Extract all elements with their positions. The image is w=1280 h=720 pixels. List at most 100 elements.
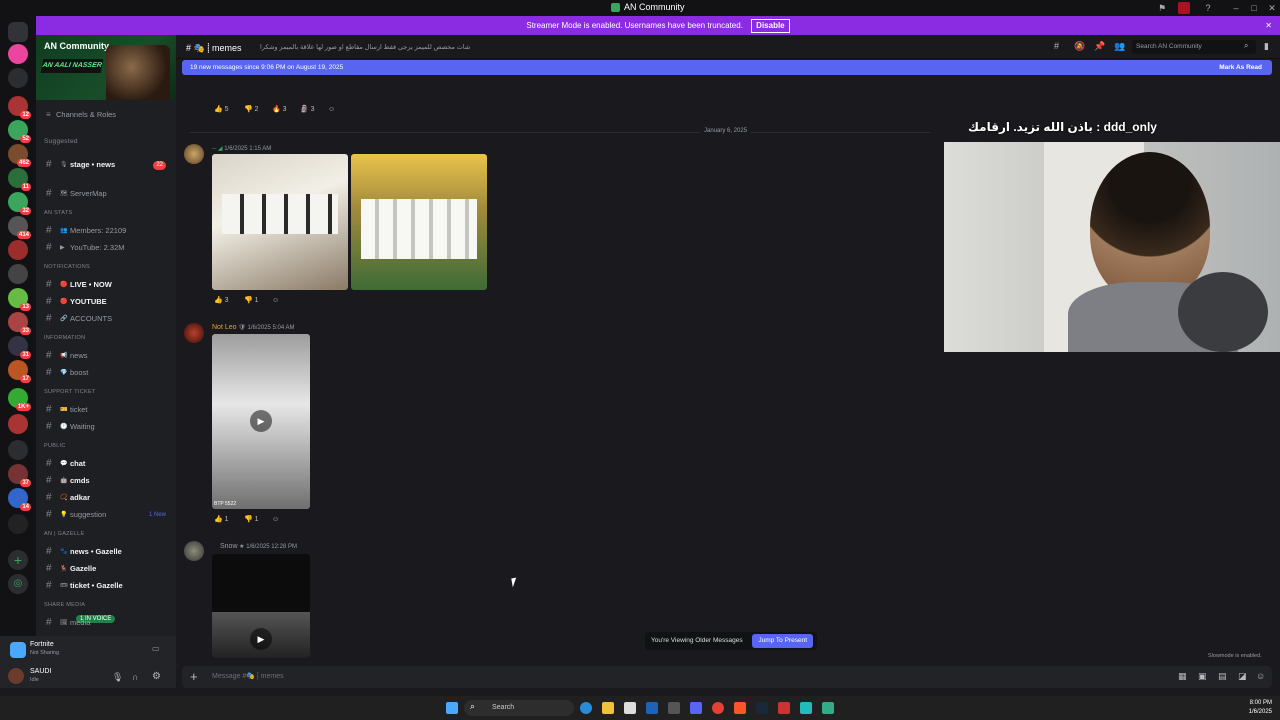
app-icon[interactable] — [778, 702, 790, 714]
steam-icon[interactable] — [756, 702, 768, 714]
server-icon[interactable]: 1K+ — [8, 388, 31, 411]
category-heading[interactable]: INFORMATION — [44, 335, 85, 341]
sidebar-item-chat[interactable]: # 💬 chat — [36, 456, 176, 472]
pin-icon[interactable]: 📌 — [1094, 41, 1105, 52]
reaction-thumbs-down[interactable]: 👎 1 — [244, 514, 259, 526]
add-reaction-icon[interactable]: ☺ — [272, 295, 279, 307]
settings-gear-icon[interactable]: ⚙ — [152, 671, 161, 682]
server-icon[interactable]: 414 — [8, 216, 31, 239]
reaction-thumbs-up[interactable]: 👍 5 — [214, 104, 229, 116]
discord-icon[interactable] — [690, 702, 702, 714]
gift-icon[interactable]: ▣ — [1198, 671, 1207, 682]
start-icon[interactable] — [446, 702, 458, 714]
category-heading[interactable]: NOTIFICATIONS — [44, 264, 90, 270]
server-icon[interactable] — [8, 264, 28, 284]
server-icon[interactable]: 13 — [8, 288, 31, 311]
server-icon[interactable]: 37 — [8, 464, 31, 487]
sidebar-item-servermap[interactable]: # 🗺 ServerMap — [36, 186, 176, 202]
server-icon[interactable] — [8, 440, 28, 460]
sidebar-item-ticket[interactable]: # 🎫 ticket — [36, 402, 176, 418]
emoji-icon[interactable]: ☺ — [1256, 671, 1265, 681]
brave-icon[interactable] — [734, 702, 746, 714]
headphones-icon[interactable]: ∩ — [132, 672, 138, 682]
mic-icon[interactable]: 🎙 — [112, 672, 123, 683]
mark-as-read-button[interactable]: Mark As Read — [1219, 60, 1262, 75]
app-icon[interactable] — [822, 702, 834, 714]
members-icon[interactable]: 👥 — [1114, 41, 1125, 52]
avatar[interactable] — [184, 323, 204, 343]
image-attachment[interactable] — [351, 154, 487, 290]
server-icon[interactable]: 17 — [8, 360, 31, 383]
close-banner-icon[interactable]: ✕ — [1265, 16, 1272, 35]
server-icon[interactable]: 31 — [8, 336, 31, 359]
category-heading[interactable]: AN STATS — [44, 210, 72, 216]
help-icon[interactable]: ? — [1202, 2, 1214, 14]
app-icon[interactable] — [800, 702, 812, 714]
maximize-icon[interactable]: □ — [1248, 2, 1260, 14]
reaction-fire[interactable]: 🔥 3 — [272, 104, 287, 116]
new-messages-bar[interactable]: 19 new messages since 9:06 PM on August … — [182, 60, 1272, 75]
sidebar-item-news-gazelle[interactable]: # 🐾 news • Gazelle — [36, 544, 176, 560]
server-icon[interactable]: 52 — [8, 120, 31, 143]
sidebar-item-gazelle[interactable]: # 🦌 Gazelle — [36, 561, 176, 577]
sidebar-item-cmds[interactable]: # 🤖 cmds — [36, 473, 176, 489]
sidebar-item-suggestion[interactable]: # 💡 suggestion 1 New — [36, 507, 176, 523]
home-icon[interactable] — [8, 22, 28, 42]
sidebar-item-members-22109[interactable]: # 👥 Members: 22109 — [36, 223, 176, 239]
close-icon[interactable]: ✕ — [1266, 2, 1278, 14]
sidebar-item-accounts[interactable]: # 🔗 ACCOUNTS — [36, 311, 176, 327]
sidebar-item-ticket-gazelle[interactable]: # 🎟 ticket • Gazelle — [36, 578, 176, 594]
play-icon[interactable]: ▶ — [250, 410, 272, 432]
server-icon[interactable]: 11 — [8, 168, 31, 191]
sidebar-item-waiting[interactable]: # 🕐 Waiting — [36, 419, 176, 435]
file-explorer-icon[interactable] — [602, 702, 614, 714]
server-icon[interactable]: 32 — [8, 192, 31, 215]
video-attachment[interactable]: ▶ BTP 5522 — [212, 334, 310, 509]
sidebar-item-youtube[interactable]: # 🔴 YOUTUBE — [36, 294, 176, 310]
server-icon[interactable]: 33 — [8, 312, 31, 335]
video-attachment[interactable]: ▶ — [212, 554, 310, 658]
outlook-icon[interactable] — [646, 702, 658, 714]
mute-icon[interactable]: 🔕 — [1074, 41, 1085, 52]
add-server-icon[interactable]: + — [8, 550, 28, 570]
avatar[interactable] — [184, 541, 204, 561]
edge-icon[interactable] — [580, 702, 592, 714]
monitor-icon[interactable] — [1178, 2, 1190, 14]
server-icon[interactable]: 14 — [8, 488, 31, 511]
add-attachment-icon[interactable]: + — [190, 669, 198, 684]
reaction-other[interactable]: 🗿 3 — [300, 104, 315, 116]
inbox-icon[interactable]: ▮ — [1264, 41, 1269, 52]
store-icon[interactable] — [624, 702, 636, 714]
threads-icon[interactable]: # — [1054, 41, 1059, 51]
category-heading[interactable]: SUPPORT TICKET — [44, 389, 96, 395]
reaction-thumbs-up[interactable]: 👍 1 — [214, 514, 229, 526]
server-icon[interactable] — [8, 414, 28, 434]
channels-roles-link[interactable]: ≡ Channels & Roles — [36, 107, 176, 123]
jump-to-present-button[interactable]: Jump To Present — [752, 634, 813, 648]
sidebar-item-adkar[interactable]: # 📿 adkar — [36, 490, 176, 506]
server-icon[interactable] — [8, 68, 28, 88]
sidebar-item-boost[interactable]: # 💎 boost — [36, 365, 176, 381]
server-icon[interactable] — [8, 240, 28, 260]
server-header[interactable]: AN Community AN AALI NASSER — [36, 35, 176, 100]
category-heading[interactable]: PUBLIC — [44, 443, 66, 449]
play-icon[interactable]: ▶ — [250, 628, 272, 650]
server-icon[interactable] — [8, 514, 28, 534]
taskbar-clock[interactable]: 8:00 PM 1/6/2025 — [1249, 699, 1272, 717]
avatar[interactable] — [8, 668, 24, 684]
screen-share-icon[interactable]: ▭ — [152, 644, 160, 653]
disable-button[interactable]: Disable — [751, 19, 790, 33]
message-composer[interactable]: + Message #🎭 ⸽ memes ▦ ▣ ▤ ◪ ☺ — [182, 666, 1272, 688]
category-heading[interactable]: SHARE MEDIA — [44, 602, 85, 608]
reaction-thumbs-down[interactable]: 👎 1 — [244, 295, 259, 307]
sidebar-item-media[interactable]: # 🖼 media — [36, 615, 176, 631]
chrome-icon[interactable] — [712, 702, 724, 714]
reaction-thumbs-up[interactable]: 👍 3 — [214, 295, 229, 307]
sidebar-item-stage-news[interactable]: # 🎙 stage • news 22 — [36, 157, 176, 173]
taskbar-search[interactable]: Search — [464, 700, 574, 716]
sticker-icon[interactable]: ◪ — [1238, 671, 1247, 682]
discover-icon[interactable]: ◎ — [8, 574, 28, 594]
reaction-thumbs-down[interactable]: 👎 2 — [244, 104, 259, 116]
server-icon[interactable]: 12 — [8, 96, 31, 119]
message-input[interactable]: Message #🎭 ⸽ memes — [212, 672, 284, 681]
